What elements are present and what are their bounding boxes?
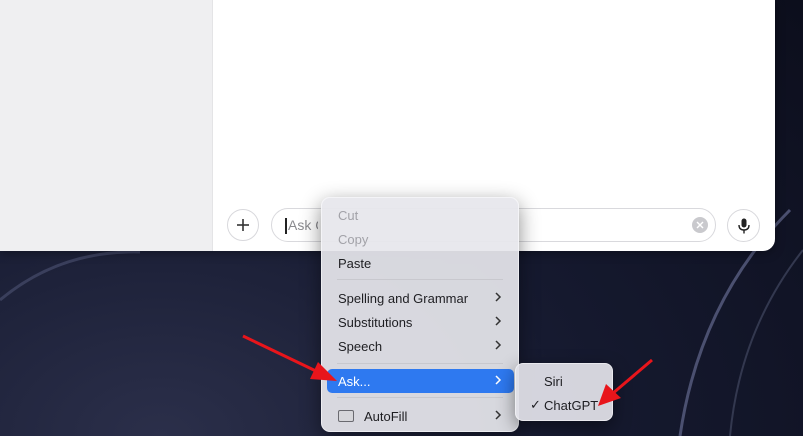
chevron-right-icon [495,410,502,420]
clear-input-button[interactable] [692,217,708,233]
menu-item-autofill[interactable]: AutoFill [327,404,514,428]
chevron-right-icon [495,340,502,350]
autofill-icon [338,410,354,422]
add-attachment-button[interactable] [227,209,259,241]
chevron-right-icon [495,375,502,385]
menu-item-label: Copy [338,231,369,247]
menu-item-cut[interactable]: Cut [327,203,514,227]
text-caret [285,218,287,234]
context-menu: Cut Copy Paste Spelling and Grammar Subs… [321,197,519,432]
chevron-right-icon [495,292,502,302]
clear-icon [696,221,704,229]
checkmark-icon: ✓ [530,397,541,412]
menu-separator [337,363,503,364]
ask-submenu: Siri ✓ ChatGPT [515,363,613,421]
menu-item-label: AutoFill [364,408,408,424]
menu-item-label: Speech [338,338,383,354]
submenu-item-label: Siri [544,373,563,389]
menu-item-label: Cut [338,207,359,223]
menu-item-label: Substitutions [338,314,413,330]
menu-separator [337,279,503,280]
plus-icon [237,219,249,231]
menu-item-label: Spelling and Grammar [338,290,469,306]
menu-item-speech[interactable]: Speech [327,334,514,358]
menu-item-label: Paste [338,255,372,271]
chevron-right-icon [495,316,502,326]
menu-item-paste[interactable]: Paste [327,251,514,275]
menu-item-substitutions[interactable]: Substitutions [327,310,514,334]
menu-item-spelling-and-grammar[interactable]: Spelling and Grammar [327,286,514,310]
sidebar [0,0,213,251]
message-input-placeholder: Ask ChatGPT [288,217,318,233]
submenu-item-chatgpt[interactable]: ✓ ChatGPT [521,394,607,416]
menu-item-label: Ask... [338,373,371,389]
microphone-icon [737,218,750,233]
submenu-item-siri[interactable]: Siri [521,370,607,392]
submenu-item-label: ChatGPT [544,397,599,413]
menu-item-copy[interactable]: Copy [327,227,514,251]
menu-separator [337,397,503,398]
voice-input-button[interactable] [727,209,760,242]
menu-item-ask[interactable]: Ask... [327,369,514,393]
